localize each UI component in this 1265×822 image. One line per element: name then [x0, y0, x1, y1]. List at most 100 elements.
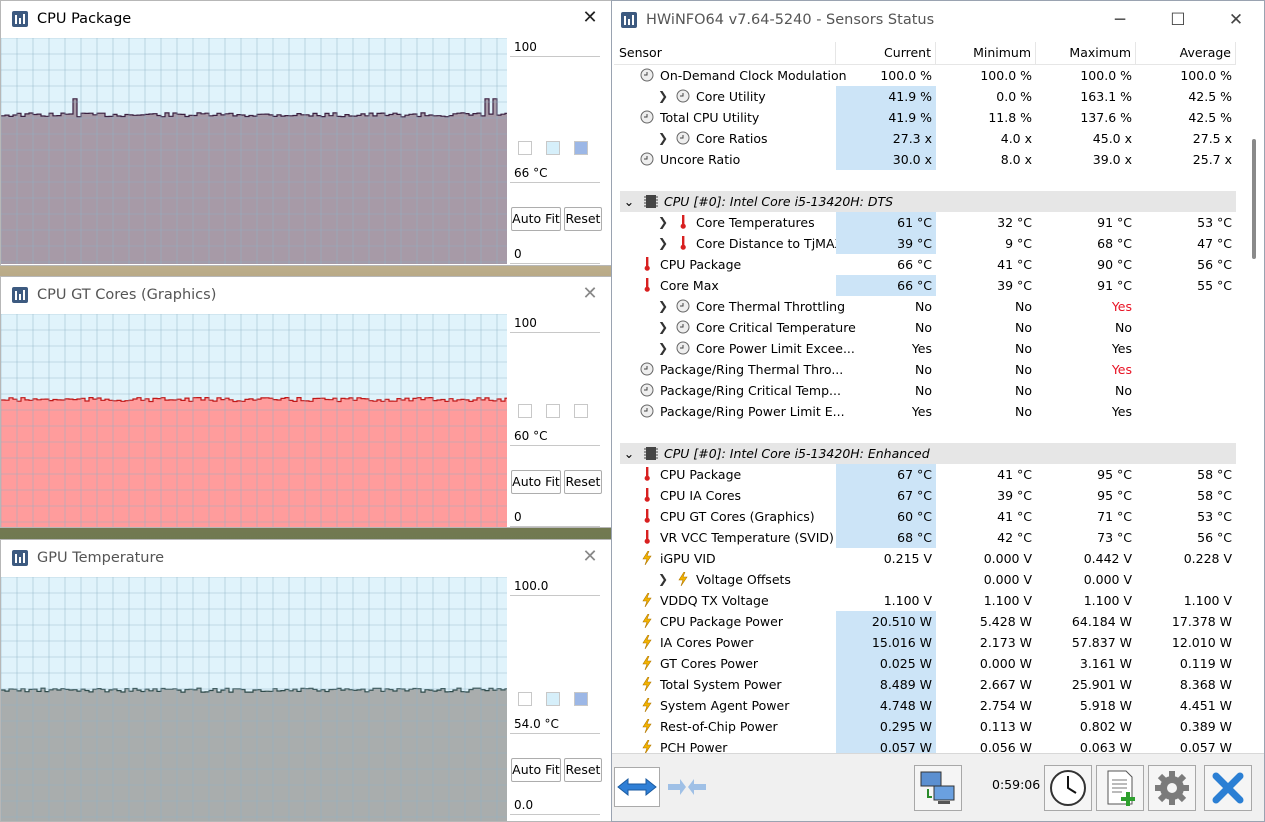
sensor-row[interactable]: CPU GT Cores (Graphics) 60 °C 41 °C 71 °C 53…: [614, 506, 1236, 527]
sensor-table-body[interactable]: On-Demand Clock Modulation 100.0 % 100.0 %…: [614, 65, 1236, 755]
column-header-average[interactable]: Average: [1136, 42, 1236, 64]
close-icon[interactable]: ✕: [581, 548, 599, 566]
graph-side-panel: 100 60 °C Auto Fit Reset 0: [510, 314, 602, 527]
sensor-row[interactable]: ❯ Voltage Offsets 0.000 V 0.000 V: [614, 569, 1236, 590]
graph-title-bar[interactable]: CPU GT Cores (Graphics) ✕: [1, 277, 611, 313]
sensor-maximum: 137.6 %: [1080, 110, 1132, 125]
sensor-average: 56 °C: [1197, 257, 1232, 272]
sensor-row[interactable]: VR VCC Temperature (SVID) 68 °C 42 °C 73 °C…: [614, 527, 1236, 548]
navigate-arrows-button[interactable]: [614, 767, 660, 807]
graph-window-cpu-gt-cores[interactable]: CPU GT Cores (Graphics) ✕ 100 60 °C Auto…: [0, 276, 612, 528]
sensor-row[interactable]: iGPU VID 0.215 V 0.000 V 0.442 V 0.228 V: [614, 548, 1236, 569]
sensor-row[interactable]: ❯ Core Temperatures 61 °C 32 °C 91 °C 53 °C: [614, 212, 1236, 233]
sensor-row[interactable]: ❯ Core Thermal Throttling No No Yes: [614, 296, 1236, 317]
chevron-right-icon[interactable]: ❯: [656, 338, 670, 359]
column-header-sensor[interactable]: Sensor: [614, 42, 836, 64]
thermometer-icon: [680, 236, 686, 250]
network-button[interactable]: [914, 765, 962, 811]
vertical-scrollbar[interactable]: [1250, 43, 1258, 755]
sensor-current: 4.748 W: [836, 695, 936, 716]
sensor-row[interactable]: Package/Ring Power Limit E... Yes No Yes: [614, 401, 1236, 422]
graph-side-panel: 100.0 54.0 °C Auto Fit Reset 0.0: [510, 577, 602, 815]
sensor-current: 30.0 x: [836, 149, 936, 170]
exit-button[interactable]: [1204, 765, 1252, 811]
sensor-row[interactable]: On-Demand Clock Modulation 100.0 % 100.0 %…: [614, 65, 1236, 86]
sensor-maximum: 5.918 W: [1079, 698, 1132, 713]
sensor-row[interactable]: ❯ Core Distance to TjMAX 39 °C 9 °C 68 °C 47 …: [614, 233, 1236, 254]
sensor-current: 8.489 W: [836, 674, 936, 695]
auto-fit-button[interactable]: Auto Fit: [511, 207, 561, 231]
window-title-bar[interactable]: HWiNFO64 v7.64-5240 - Sensors Status ─ ☐…: [612, 1, 1264, 39]
chevron-right-icon[interactable]: ❯: [656, 569, 670, 590]
chevron-down-icon[interactable]: ⌄: [622, 191, 636, 212]
auto-fit-button[interactable]: Auto Fit: [511, 758, 561, 782]
sensor-row[interactable]: CPU Package 66 °C 41 °C 90 °C 56 °C: [614, 254, 1236, 275]
reset-button[interactable]: Reset: [564, 470, 602, 494]
close-icon[interactable]: ✕: [581, 9, 599, 27]
graph-color-swatch-3[interactable]: [574, 141, 588, 155]
close-icon[interactable]: ✕: [1224, 9, 1248, 31]
sensor-row[interactable]: Package/Ring Critical Temp... No No No: [614, 380, 1236, 401]
minimize-icon[interactable]: ─: [1108, 9, 1132, 31]
graph-color-swatch-1[interactable]: [518, 141, 532, 155]
scrollbar-thumb[interactable]: [1252, 139, 1256, 259]
chevron-right-icon[interactable]: ❯: [656, 86, 670, 107]
close-icon[interactable]: ✕: [581, 285, 599, 303]
settings-button[interactable]: [1148, 765, 1196, 811]
sensor-row[interactable]: Uncore Ratio 30.0 x 8.0 x 39.0 x 25.7 x: [614, 149, 1236, 170]
graph-color-swatch-1[interactable]: [518, 404, 532, 418]
graph-color-swatch-2[interactable]: [546, 141, 560, 155]
reset-button[interactable]: Reset: [564, 758, 602, 782]
column-header-minimum[interactable]: Minimum: [936, 42, 1036, 64]
reset-timer-button[interactable]: [1044, 765, 1092, 811]
sensor-row[interactable]: CPU Package Power 20.510 W 5.428 W 64.184 W…: [614, 611, 1236, 632]
graph-color-swatch-2[interactable]: [546, 692, 560, 706]
sensor-row[interactable]: CPU IA Cores 67 °C 39 °C 95 °C 58 °C: [614, 485, 1236, 506]
graph-color-swatch-2[interactable]: [546, 404, 560, 418]
sensor-row[interactable]: Package/Ring Thermal Thro... No No Yes: [614, 359, 1236, 380]
chevron-right-icon[interactable]: ❯: [656, 212, 670, 233]
sensor-row[interactable]: Rest-of-Chip Power 0.295 W 0.113 W 0.802 W 0…: [614, 716, 1236, 737]
sensor-row[interactable]: ❯ Core Utility 41.9 % 0.0 % 163.1 % 42.5 %: [614, 86, 1236, 107]
sensor-row[interactable]: System Agent Power 4.748 W 2.754 W 5.918 W 4…: [614, 695, 1236, 716]
graph-color-swatch-3[interactable]: [574, 692, 588, 706]
sensor-current: 66 °C: [836, 275, 936, 296]
graph-window-gpu-temperature[interactable]: GPU Temperature ✕ 100.0 54.0 °C Auto Fit…: [0, 539, 612, 822]
sensor-row[interactable]: IA Cores Power 15.016 W 2.173 W 57.837 W 12.…: [614, 632, 1236, 653]
graph-color-swatch-1[interactable]: [518, 692, 532, 706]
sensor-name: Package/Ring Thermal Thro...: [660, 362, 844, 377]
chevron-right-icon[interactable]: ❯: [656, 233, 670, 254]
chevron-right-icon[interactable]: ❯: [656, 296, 670, 317]
sensor-row[interactable]: CPU Package 67 °C 41 °C 95 °C 58 °C: [614, 464, 1236, 485]
sensor-row[interactable]: Core Max 66 °C 39 °C 91 °C 55 °C: [614, 275, 1236, 296]
sensor-row[interactable]: ❯ Core Power Limit Excee... Yes No Yes: [614, 338, 1236, 359]
sensor-group-header[interactable]: ⌄ CPU [#0]: Intel Core i5-13420H: Enhance…: [620, 443, 1236, 464]
maximize-icon[interactable]: ☐: [1166, 9, 1190, 31]
graph-window-cpu-package[interactable]: CPU Package ✕ 100 66 °C Auto Fit Reset 0: [0, 0, 612, 266]
sensor-group-header[interactable]: ⌄ CPU [#0]: Intel Core i5-13420H: DTS: [620, 191, 1236, 212]
sensor-current: No: [915, 299, 932, 314]
sensor-row[interactable]: Total System Power 8.489 W 2.667 W 25.901 W…: [614, 674, 1236, 695]
column-header-maximum[interactable]: Maximum: [1036, 42, 1136, 64]
sensor-row[interactable]: ❯ Core Ratios 27.3 x 4.0 x 45.0 x 27.5 x: [614, 128, 1236, 149]
sensor-row[interactable]: ❯ Core Critical Temperature No No No: [614, 317, 1236, 338]
chevron-right-icon[interactable]: ❯: [656, 128, 670, 149]
column-header-current[interactable]: Current: [836, 42, 936, 64]
graph-color-swatch-3[interactable]: [574, 404, 588, 418]
sensor-row[interactable]: VDDQ TX Voltage 1.100 V 1.100 V 1.100 V 1.10…: [614, 590, 1236, 611]
sensor-name: Core Critical Temperature: [696, 320, 856, 335]
collapse-arrows-button[interactable]: [664, 767, 710, 807]
sensors-status-window[interactable]: HWiNFO64 v7.64-5240 - Sensors Status ─ ☐…: [611, 0, 1265, 822]
auto-fit-button[interactable]: Auto Fit: [511, 470, 561, 494]
chevron-down-icon[interactable]: ⌄: [622, 443, 636, 464]
sensor-name: Package/Ring Power Limit E...: [660, 404, 845, 419]
logging-button[interactable]: [1096, 765, 1144, 811]
chevron-right-icon[interactable]: ❯: [656, 317, 670, 338]
lightning-bolt-icon: [642, 719, 652, 733]
graph-title-bar[interactable]: CPU Package ✕: [1, 1, 611, 37]
sensor-minimum: 5.428 W: [979, 614, 1032, 629]
sensor-row[interactable]: GT Cores Power 0.025 W 0.000 W 3.161 W 0.119…: [614, 653, 1236, 674]
graph-title-bar[interactable]: GPU Temperature ✕: [1, 540, 611, 576]
sensor-row[interactable]: Total CPU Utility 41.9 % 11.8 % 137.6 % 42.5…: [614, 107, 1236, 128]
reset-button[interactable]: Reset: [564, 207, 602, 231]
